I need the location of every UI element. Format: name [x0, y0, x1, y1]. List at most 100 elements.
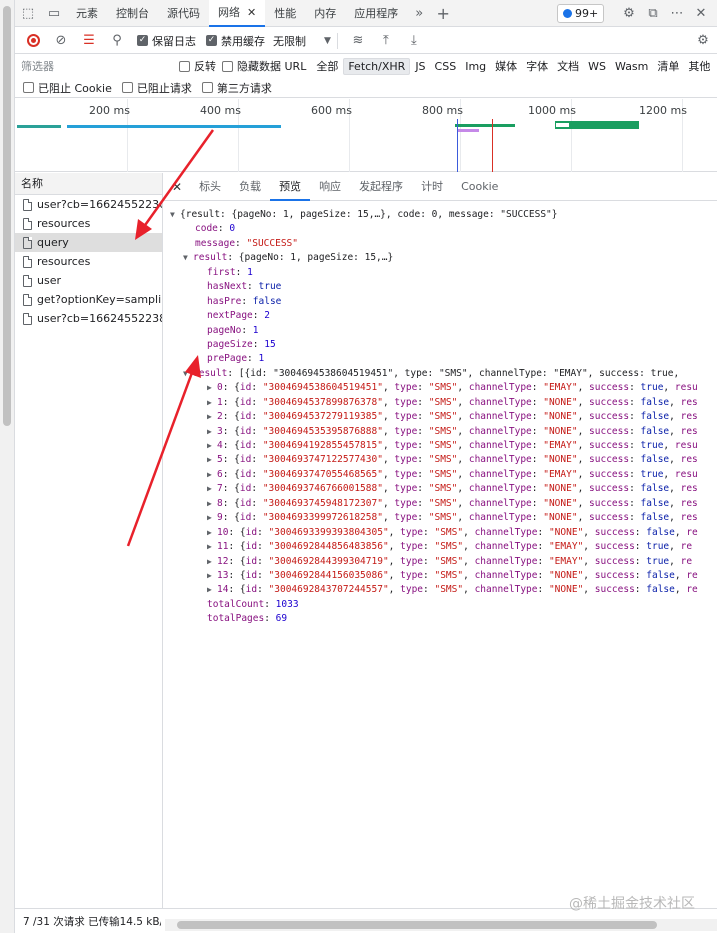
json-array-item[interactable]: ▶ 3: {id: "3004694535395876888", type: "S…	[164, 425, 717, 439]
filter-type-button[interactable]: JS	[411, 59, 429, 74]
expand-triangle-icon[interactable]: ▶	[207, 555, 217, 569]
device-toolbar-icon[interactable]: ▭	[41, 0, 67, 27]
json-array-item[interactable]: ▶ 0: {id: "3004694538604519451", type: "S…	[164, 381, 717, 395]
filter-type-button[interactable]: Fetch/XHR	[343, 57, 411, 75]
request-row[interactable]: query	[15, 233, 162, 252]
customize-icon[interactable]: ⧉	[641, 6, 665, 21]
expand-triangle-icon[interactable]: ▶	[207, 482, 217, 496]
close-detail-icon[interactable]: ✕	[164, 173, 190, 201]
add-tab-icon[interactable]: +	[431, 4, 455, 23]
timeline-overview[interactable]: 200 ms 400 ms 600 ms 800 ms 1000 ms 1200…	[15, 99, 717, 172]
filter-input[interactable]: 筛选器	[21, 57, 173, 75]
request-row[interactable]: user?cb=1662455223851	[15, 309, 162, 328]
devtools-tab[interactable]: 控制台	[107, 0, 158, 27]
request-row[interactable]: user?cb=1662455223651	[15, 195, 162, 214]
devtools-tab[interactable]: 网络 ✕	[209, 0, 266, 27]
network-conditions-button[interactable]: ≋	[344, 28, 372, 54]
close-tab-icon[interactable]: ✕	[247, 6, 256, 19]
request-row[interactable]: resources	[15, 252, 162, 271]
detail-tab[interactable]: 计时	[412, 173, 452, 201]
record-button[interactable]	[19, 28, 47, 54]
detail-tab[interactable]: 发起程序	[350, 173, 412, 201]
blocked-cookies-checkbox[interactable]: 已阻止 Cookie	[23, 80, 112, 96]
request-row[interactable]: get?optionKey=sampling	[15, 290, 162, 309]
more-options-icon[interactable]: ⋯	[665, 6, 689, 21]
expand-triangle-icon[interactable]: ▶	[207, 583, 217, 597]
import-har-button[interactable]: ⤒	[372, 28, 400, 54]
request-row[interactable]: resources	[15, 214, 162, 233]
clear-button[interactable]: ⊘	[47, 28, 75, 54]
search-button[interactable]: ⚲	[103, 28, 131, 54]
expand-triangle-icon[interactable]: ▶	[207, 381, 217, 395]
json-result-row[interactable]: ▼ result: {pageNo: 1, pageSize: 15,…}	[164, 251, 717, 265]
outer-scrollbar-thumb[interactable]	[3, 6, 11, 426]
filter-type-button[interactable]: CSS	[431, 59, 461, 74]
json-array-item[interactable]: ▶ 6: {id: "3004693747055468565", type: "S…	[164, 468, 717, 482]
json-array-item[interactable]: ▶ 12: {id: "3004692844399304719", type: "…	[164, 555, 717, 569]
detail-tab[interactable]: 预览	[270, 173, 311, 201]
devtools-tab[interactable]: 源代码	[158, 0, 209, 27]
export-har-button[interactable]: ⤓	[400, 28, 428, 54]
json-root-row[interactable]: ▼ {result: {pageNo: 1, pageSize: 15,…}, c…	[164, 208, 717, 222]
json-array-item[interactable]: ▶ 10: {id: "3004693399393804305", type: "…	[164, 526, 717, 540]
filter-type-button[interactable]: Wasm	[611, 59, 652, 74]
preview-horizontal-scrollbar[interactable]	[165, 919, 717, 931]
invert-checkbox[interactable]: 反转	[179, 58, 216, 74]
throttling-select[interactable]: 无限制 ▼	[273, 33, 331, 49]
json-array-item[interactable]: ▶ 8: {id: "3004693745948172307", type: "S…	[164, 497, 717, 511]
filter-type-button[interactable]: WS	[584, 59, 610, 74]
scrollbar-thumb[interactable]	[177, 921, 657, 929]
inspect-element-icon[interactable]: ⬚	[15, 0, 41, 27]
json-array-item[interactable]: ▶ 5: {id: "3004693747122577430", type: "S…	[164, 453, 717, 467]
filter-type-button[interactable]: 媒体	[491, 57, 521, 75]
detail-tab[interactable]: 负载	[230, 173, 270, 201]
filter-toggle-button[interactable]: ☰	[75, 28, 103, 54]
json-result-list-row[interactable]: ▼ result: [{id: "3004694538604519451", ty…	[164, 367, 717, 381]
filter-type-button[interactable]: 全部	[312, 57, 342, 75]
json-array-item[interactable]: ▶ 4: {id: "3004694192855457815", type: "S…	[164, 439, 717, 453]
expand-triangle-icon[interactable]: ▶	[207, 425, 217, 439]
name-column-header[interactable]: 名称	[15, 173, 162, 195]
expand-triangle-icon[interactable]: ▶	[207, 410, 217, 424]
network-settings-button[interactable]: ⚙	[689, 28, 717, 54]
filter-type-button[interactable]: 字体	[522, 57, 552, 75]
close-icon[interactable]: ✕	[689, 6, 713, 21]
filter-type-button[interactable]: Img	[461, 59, 490, 74]
expand-triangle-icon[interactable]: ▶	[207, 511, 217, 525]
filter-type-button[interactable]: 其他	[684, 57, 714, 75]
detail-tab[interactable]: 标头	[190, 173, 230, 201]
outer-scrollbar[interactable]	[0, 0, 15, 933]
expand-triangle-icon[interactable]: ▼	[170, 208, 180, 222]
expand-triangle-icon[interactable]: ▶	[207, 453, 217, 467]
expand-triangle-icon[interactable]: ▶	[207, 396, 217, 410]
filter-type-button[interactable]: 文档	[553, 57, 583, 75]
expand-triangle-icon[interactable]: ▶	[207, 540, 217, 554]
settings-gear-icon[interactable]: ⚙	[617, 6, 641, 21]
preserve-log-checkbox[interactable]: ✓ 保留日志	[137, 33, 196, 49]
request-row[interactable]: user	[15, 271, 162, 290]
json-array-item[interactable]: ▶ 7: {id: "3004693746766001588", type: "S…	[164, 482, 717, 496]
issues-badge[interactable]: 99+	[557, 4, 605, 23]
json-array-item[interactable]: ▶ 1: {id: "3004694537899876378", type: "S…	[164, 396, 717, 410]
expand-triangle-icon[interactable]: ▶	[207, 569, 217, 583]
json-array-item[interactable]: ▶ 9: {id: "3004693399972618258", type: "S…	[164, 511, 717, 525]
devtools-tab[interactable]: 应用程序	[345, 0, 407, 27]
devtools-tab[interactable]: 元素	[67, 0, 107, 27]
filter-type-button[interactable]: 清单	[653, 57, 683, 75]
expand-triangle-icon[interactable]: ▶	[207, 497, 217, 511]
devtools-tab[interactable]: 内存	[305, 0, 345, 27]
json-array-item[interactable]: ▶ 2: {id: "3004694537279119385", type: "S…	[164, 410, 717, 424]
expand-triangle-icon[interactable]: ▼	[183, 367, 193, 381]
json-array-item[interactable]: ▶ 14: {id: "3004692843707244557", type: "…	[164, 583, 717, 597]
expand-triangle-icon[interactable]: ▶	[207, 526, 217, 540]
detail-tab[interactable]: 响应	[310, 173, 350, 201]
json-array-item[interactable]: ▶ 13: {id: "3004692844156035086", type: "…	[164, 569, 717, 583]
hide-data-urls-checkbox[interactable]: 隐藏数据 URL	[222, 58, 306, 74]
blocked-requests-checkbox[interactable]: 已阻止请求	[121, 80, 192, 96]
json-array-item[interactable]: ▶ 11: {id: "3004692844856483856", type: "…	[164, 540, 717, 554]
more-tabs-icon[interactable]: »	[407, 6, 431, 21]
expand-triangle-icon[interactable]: ▶	[207, 439, 217, 453]
disable-cache-checkbox[interactable]: ✓ 禁用缓存	[206, 33, 265, 49]
expand-triangle-icon[interactable]: ▼	[183, 251, 193, 265]
expand-triangle-icon[interactable]: ▶	[207, 468, 217, 482]
